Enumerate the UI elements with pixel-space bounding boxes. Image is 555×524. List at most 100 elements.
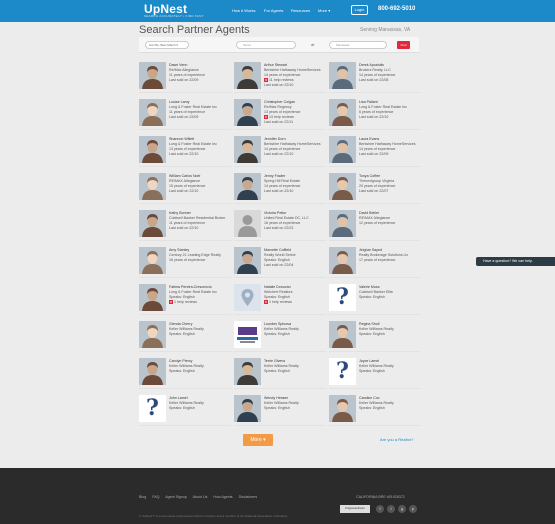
agent-card[interactable]: Shannon Willett Long & Foster Real Estate… bbox=[139, 134, 231, 167]
agent-card[interactable]: Dawn Venn Re/Max Allegiance 11 years of ex… bbox=[139, 60, 231, 93]
agent-photo[interactable] bbox=[329, 99, 356, 126]
placeholder-question-icon[interactable]: ? bbox=[329, 284, 356, 311]
page-title: Search Partner Agents bbox=[139, 24, 250, 36]
nav-how-it-works[interactable]: How it Works bbox=[232, 8, 255, 13]
agent-card[interactable]: Terrie Givens Keller Williams Realty Speak… bbox=[234, 356, 326, 389]
agent-card[interactable]: Amy Stanley Century 21 Leading Edge Realt… bbox=[139, 245, 231, 278]
agent-card[interactable]: Jenny Fowler Spring Hill Real Estate 14 ye… bbox=[234, 171, 326, 204]
location-input[interactable]: Manassas bbox=[329, 41, 387, 49]
agent-card[interactable]: Lisa Pallant Long & Foster Real Estate In… bbox=[329, 97, 421, 130]
review-badge-icon: ★ bbox=[264, 78, 268, 82]
agent-card[interactable]: Fatima Pereira-Crescencio Long & Foster R… bbox=[139, 282, 231, 315]
nav-more[interactable]: More ▾ bbox=[318, 8, 330, 13]
agent-reviews[interactable]: ★ 1 help reviews bbox=[264, 300, 326, 305]
pinterest-icon[interactable]: p bbox=[409, 505, 417, 513]
agent-card[interactable]: Laura Evans Berkshire Hathaway HomeServic… bbox=[329, 134, 421, 167]
agent-card[interactable]: Jennifer Dorn Berkshire Hathaway HomeServ… bbox=[234, 134, 326, 167]
agent-photo[interactable] bbox=[139, 99, 166, 126]
find-button[interactable]: Find bbox=[397, 41, 410, 49]
agent-card[interactable]: Kathy Bonner Coldwell Banker Residential … bbox=[139, 208, 231, 241]
agent-photo[interactable] bbox=[329, 173, 356, 200]
footer-link-blog[interactable]: Blog bbox=[139, 495, 146, 499]
sort-dropdown[interactable]: Sort By: Best Match ▾ bbox=[145, 41, 189, 49]
footer-link-agent-signup[interactable]: Agent Signup bbox=[165, 495, 187, 499]
review-badge-icon: ★ bbox=[264, 115, 268, 119]
agent-logo[interactable] bbox=[234, 321, 261, 348]
placeholder-question-icon[interactable]: ? bbox=[329, 358, 356, 385]
agent-card[interactable]: ? John Lamel Keller Williams Realty Speaks:… bbox=[139, 393, 231, 426]
agent-experience: Speaks: English bbox=[264, 332, 290, 336]
agent-info: Terrie Givens Keller Williams Realty Speak… bbox=[264, 359, 326, 374]
agent-card[interactable]: Regina Shull Keller Williams Realty Speaks… bbox=[329, 319, 421, 352]
agent-photo[interactable] bbox=[234, 247, 261, 274]
login-button[interactable]: Login bbox=[351, 5, 368, 15]
google-plus-icon[interactable]: g bbox=[398, 505, 406, 513]
agent-photo[interactable] bbox=[234, 395, 261, 422]
phone-number[interactable]: 800-692-5010 bbox=[378, 6, 415, 12]
map-pin-icon[interactable] bbox=[234, 284, 261, 311]
agent-info: Candice Cox Keller Williams Realty Speaks:… bbox=[359, 396, 421, 411]
search-bar: Sort By: Best Match ▾ Name at Manassas F… bbox=[139, 37, 419, 53]
realtor-link[interactable]: Are you a Realtor? bbox=[380, 437, 413, 442]
nav-resources[interactable]: Resources bbox=[291, 8, 310, 13]
help-chat-tab[interactable]: Have a question? We can help. bbox=[476, 257, 555, 266]
agent-info: Louise Lamy Long & Foster Real Estate Inc… bbox=[169, 100, 231, 120]
agent-photo[interactable] bbox=[139, 284, 166, 311]
agent-photo[interactable] bbox=[139, 62, 166, 89]
agent-card[interactable]: Marvette Coffield Realty World Select Spea… bbox=[234, 245, 326, 278]
agent-card[interactable]: Natalie Donovan Weichert Realtors Speaks: … bbox=[234, 282, 326, 315]
agent-photo[interactable] bbox=[234, 173, 261, 200]
agent-info: Christopher Colgan Re/Max Regency 13 years… bbox=[264, 100, 326, 125]
agent-card[interactable]: ? Joyce Lamel Keller Williams Realty Speaks… bbox=[329, 356, 421, 389]
agent-photo[interactable] bbox=[234, 358, 261, 385]
agent-photo[interactable] bbox=[329, 136, 356, 163]
nav-for-agents[interactable]: For Agents bbox=[264, 8, 283, 13]
placeholder-question-icon[interactable]: ? bbox=[139, 395, 166, 422]
agent-last-sold: Last sold on 22/09 bbox=[359, 152, 389, 156]
agent-experience: Speaks: English bbox=[359, 406, 385, 410]
agent-photo[interactable] bbox=[234, 62, 261, 89]
avatar-silhouette-icon[interactable] bbox=[234, 210, 261, 237]
agent-photo[interactable] bbox=[329, 62, 356, 89]
agent-photo[interactable] bbox=[139, 358, 166, 385]
name-search-input[interactable]: Name bbox=[236, 41, 296, 49]
footer-link-disclaimers[interactable]: Disclaimers bbox=[239, 495, 258, 499]
agent-photo[interactable] bbox=[139, 247, 166, 274]
agent-card[interactable]: William Carlos Noel RE/MAX Allegiance 15 y… bbox=[139, 171, 231, 204]
agent-card[interactable]: Candice Cox Keller Williams Realty Speaks:… bbox=[329, 393, 421, 426]
agent-photo[interactable] bbox=[329, 247, 356, 274]
agent-card[interactable]: ? Valerie Moss Coldwell Banker Elite Speaks… bbox=[329, 282, 421, 315]
more-button[interactable]: More ▾ bbox=[243, 434, 273, 446]
twitter-icon[interactable]: t bbox=[387, 505, 395, 513]
agent-card[interactable]: Arthur Stewart Berkshire Hathaway HomeSer… bbox=[234, 60, 326, 93]
agent-photo[interactable] bbox=[234, 136, 261, 163]
agent-card[interactable]: Victoria Pettur United Real Estate DC, LL… bbox=[234, 208, 326, 241]
agent-reviews[interactable]: ★ 1 help reviews bbox=[169, 300, 231, 305]
agent-card[interactable]: Jeighar Sayed Realty Brokerage Solutions … bbox=[329, 245, 421, 278]
footer-link-about[interactable]: About Us bbox=[193, 495, 208, 499]
agent-card[interactable]: Tonya Coffee Thenextgroup Virginia 20 year… bbox=[329, 171, 421, 204]
agent-photo[interactable] bbox=[329, 395, 356, 422]
footer-link-how-agents[interactable]: How Agents bbox=[213, 495, 232, 499]
agent-last-sold: Last sold on 22/10 bbox=[264, 189, 294, 193]
agent-photo[interactable] bbox=[329, 321, 356, 348]
agent-card[interactable]: David Bleiler RE/MAX Allegiance 12 years o… bbox=[329, 208, 421, 241]
agent-photo[interactable] bbox=[329, 210, 356, 237]
agent-photo[interactable] bbox=[139, 210, 166, 237]
agent-card[interactable]: Louise Lamy Long & Foster Real Estate Inc… bbox=[139, 97, 231, 130]
facebook-icon[interactable]: f bbox=[376, 505, 384, 513]
agent-card[interactable]: Christopher Colgan Re/Max Regency 13 years… bbox=[234, 97, 326, 130]
agent-photo[interactable] bbox=[139, 136, 166, 163]
agent-card[interactable]: Lourdes Spinosa Keller Williams Realty Spe… bbox=[234, 319, 326, 352]
agent-card[interactable]: Glenda Cherry Keller Williams Realty Speak… bbox=[139, 319, 231, 352]
agent-photo[interactable] bbox=[234, 99, 261, 126]
agent-info: Shannon Willett Long & Foster Real Estate… bbox=[169, 137, 231, 157]
agent-card[interactable]: Wendy Hessen Keller Williams Realty Speaks… bbox=[234, 393, 326, 426]
agent-card[interactable]: Derek Apostolis Brokers Realty, LLC 14 yea… bbox=[329, 60, 421, 93]
footer-link-faq[interactable]: FAQ bbox=[152, 495, 159, 499]
agent-card[interactable]: Carolyn Piercy Keller Williams Realty Spea… bbox=[139, 356, 231, 389]
agent-photo[interactable] bbox=[139, 173, 166, 200]
agent-info: Tonya Coffee Thenextgroup Virginia 20 year… bbox=[359, 174, 421, 194]
agent-photo[interactable] bbox=[139, 321, 166, 348]
review-badge-icon: ★ bbox=[264, 300, 268, 304]
